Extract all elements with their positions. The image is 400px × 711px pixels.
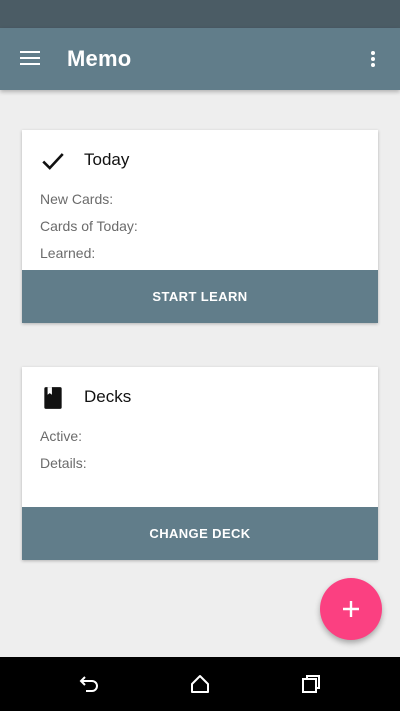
- recents-icon[interactable]: [299, 672, 323, 696]
- add-fab-button[interactable]: [320, 578, 382, 640]
- back-icon[interactable]: [77, 672, 101, 696]
- active-label: Active:: [40, 428, 83, 444]
- start-learn-button[interactable]: START LEARN: [22, 270, 378, 323]
- home-icon[interactable]: [188, 672, 212, 696]
- decks-card-title: Decks: [84, 387, 132, 406]
- status-bar: [0, 0, 400, 28]
- plus-icon: [343, 601, 359, 617]
- change-deck-button[interactable]: CHANGE DECK: [22, 507, 378, 560]
- app-bar: Memo: [0, 28, 400, 90]
- hamburger-menu-icon[interactable]: [18, 48, 42, 68]
- today-card-title: Today: [84, 150, 130, 169]
- new-cards-label: New Cards:: [40, 191, 114, 207]
- learned-label: Learned:: [40, 245, 96, 261]
- app-title: Memo: [67, 46, 132, 71]
- more-vert-icon[interactable]: [364, 48, 382, 70]
- decks-card-header: Decks: [22, 367, 378, 423]
- book-icon: [44, 387, 62, 409]
- navigation-bar: [0, 657, 400, 711]
- today-card: Today New Cards: Cards of Today: Learned…: [22, 130, 378, 323]
- details-label: Details:: [40, 455, 87, 471]
- cards-of-today-label: Cards of Today:: [40, 218, 138, 234]
- today-card-header: Today: [22, 130, 378, 186]
- decks-card: Decks Active: Details: CHANGE DECK: [22, 367, 378, 560]
- check-icon: [42, 153, 64, 170]
